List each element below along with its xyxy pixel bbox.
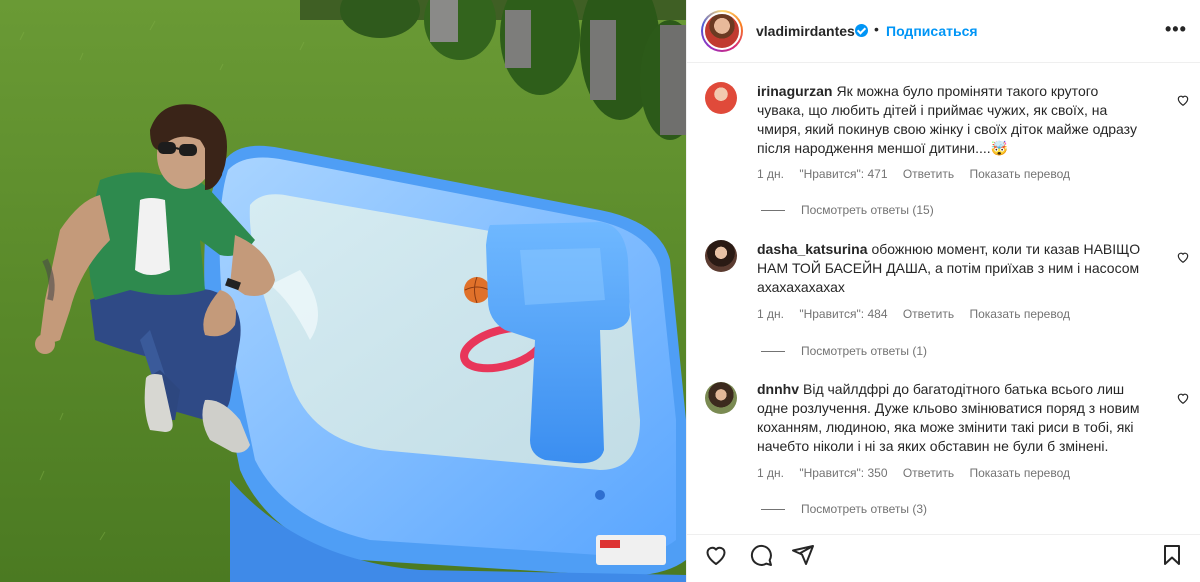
commenter-avatar[interactable]: [705, 82, 737, 114]
comment-like-heart-icon[interactable]: [1176, 250, 1190, 264]
comment-text-block: irinagurzan Як можна було проміняти таког…: [757, 82, 1147, 158]
comment-username[interactable]: irinagurzan: [757, 83, 832, 99]
comment-meta: 1 дн. "Нравится": 471 Ответить Показать …: [757, 167, 1082, 181]
translate-button[interactable]: Показать перевод: [969, 167, 1070, 181]
post-actions-bar: [687, 534, 1200, 582]
comments-list: irinagurzan Як можна було проміняти таког…: [687, 64, 1200, 534]
comment-time: 1 дн.: [757, 167, 784, 181]
comment-likes-count[interactable]: "Нравится": 350: [799, 466, 887, 480]
replies-divider-line: [761, 509, 785, 511]
comment-like-heart-icon[interactable]: [1176, 93, 1190, 107]
author-username[interactable]: vladimirdantes: [756, 23, 855, 39]
post-photo[interactable]: [0, 0, 686, 582]
comment-time: 1 дн.: [757, 466, 784, 480]
comment-meta: 1 дн. "Нравится": 484 Ответить Показать …: [757, 307, 1082, 321]
view-replies-label: Посмотреть ответы (1): [801, 344, 928, 358]
instagram-post: vladimirdantes • Подписаться ••• irinagu…: [0, 0, 1200, 582]
post-header: vladimirdantes • Подписаться •••: [687, 0, 1200, 63]
commenter-avatar[interactable]: [705, 240, 737, 272]
comment-body: Від чайлдфрі до багатодітного батька всь…: [757, 381, 1140, 454]
comment-like-heart-icon[interactable]: [1176, 391, 1190, 405]
view-replies-button[interactable]: Посмотреть ответы (3): [761, 502, 927, 516]
reply-button[interactable]: Ответить: [903, 307, 954, 321]
author-avatar[interactable]: [701, 10, 743, 52]
comment-icon[interactable]: [749, 543, 773, 567]
comment-meta: 1 дн. "Нравится": 350 Ответить Показать …: [757, 466, 1082, 480]
translate-button[interactable]: Показать перевод: [969, 466, 1070, 480]
verified-badge-icon: [855, 24, 868, 37]
more-options-icon[interactable]: •••: [1165, 19, 1187, 40]
view-replies-label: Посмотреть ответы (3): [801, 502, 928, 516]
translate-button[interactable]: Показать перевод: [969, 307, 1070, 321]
comment-likes-count[interactable]: "Нравится": 471: [799, 167, 887, 181]
comment-likes-count[interactable]: "Нравится": 484: [799, 307, 887, 321]
post-details-panel: vladimirdantes • Подписаться ••• irinagu…: [686, 0, 1200, 582]
comment-text-block: dnnhv Від чайлдфрі до багатодітного батьк…: [757, 380, 1147, 456]
bookmark-icon[interactable]: [1160, 543, 1184, 567]
heart-icon[interactable]: [704, 543, 728, 567]
photo-illustration: [0, 0, 686, 582]
comment-time: 1 дн.: [757, 307, 784, 321]
view-replies-button[interactable]: Посмотреть ответы (1): [761, 344, 927, 358]
comment-username[interactable]: dnnhv: [757, 381, 799, 397]
commenter-avatar[interactable]: [705, 382, 737, 414]
reply-button[interactable]: Ответить: [903, 167, 954, 181]
view-replies-button[interactable]: Посмотреть ответы (15): [761, 203, 934, 217]
share-icon[interactable]: [791, 543, 815, 567]
follow-button[interactable]: Подписаться: [886, 23, 978, 39]
view-replies-label: Посмотреть ответы (15): [801, 203, 934, 217]
comment-text-block: dasha_katsurina обожнюю момент, коли ти к…: [757, 240, 1147, 297]
separator-dot: •: [874, 21, 879, 37]
reply-button[interactable]: Ответить: [903, 466, 954, 480]
comment-username[interactable]: dasha_katsurina: [757, 241, 868, 257]
replies-divider-line: [761, 351, 785, 353]
replies-divider-line: [761, 210, 785, 212]
